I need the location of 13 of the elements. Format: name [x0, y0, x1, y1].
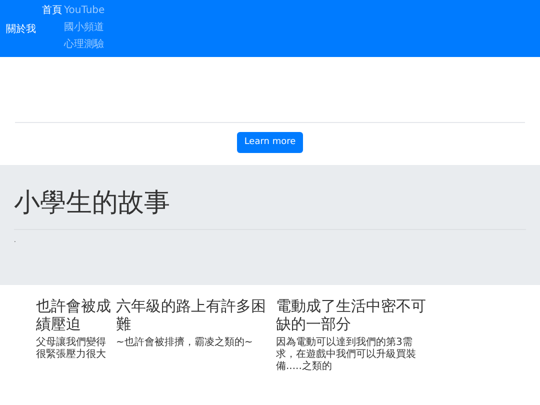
card-text: ~也許會被排擠，霸凌之類的~	[116, 337, 254, 349]
card-text: 父母讓我們變得很緊張壓力很大	[36, 337, 107, 361]
card-heading: 電動成了生活中密不可缺的一部分	[276, 297, 427, 333]
nav-link[interactable]: YouTube	[64, 4, 105, 18]
brand-link[interactable]: 關於我	[6, 22, 42, 37]
nav-link[interactable]: 首頁	[42, 4, 62, 18]
card-heading: 六年級的路上有許多困難	[116, 297, 267, 333]
jumbotron-title: 小學生的故事	[14, 187, 170, 219]
nav-link[interactable]: 國小頻道	[64, 21, 104, 35]
nav-link[interactable]: 心理測驗	[64, 38, 104, 52]
card-heading: 也許會被成績壓迫	[36, 297, 112, 333]
card-text: 因為電動可以達到我們的第3需求，在遊戲中我們可以升級買裝備.....之類的	[276, 337, 417, 373]
learn-more-button[interactable]: Learn more	[237, 132, 303, 153]
